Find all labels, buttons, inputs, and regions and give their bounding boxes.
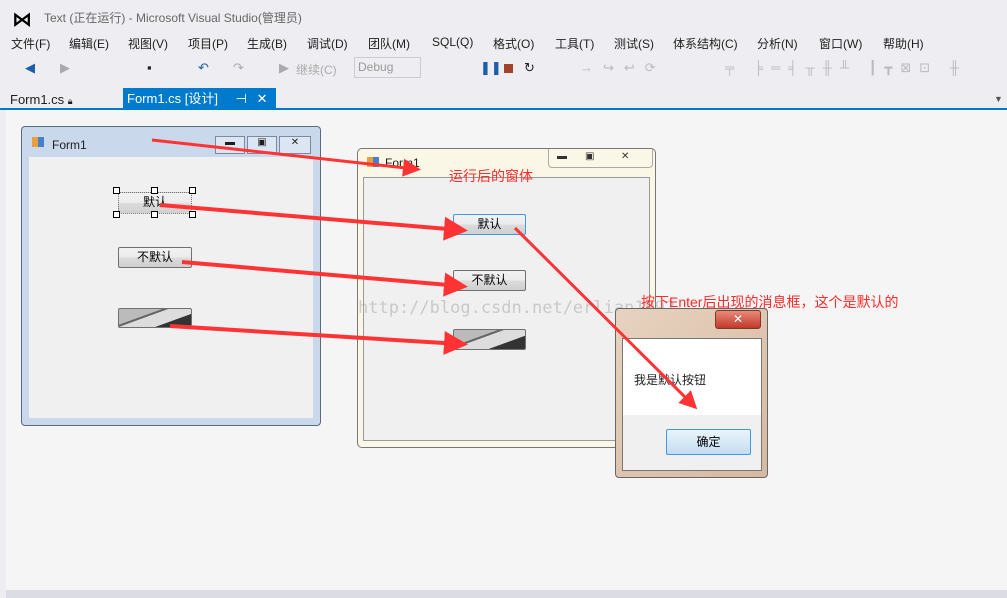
arrow xyxy=(181,260,468,297)
arrow xyxy=(513,226,698,410)
annotation-arrows xyxy=(151,138,698,410)
arrow xyxy=(151,138,421,177)
arrow xyxy=(159,203,468,241)
arrow xyxy=(169,324,468,355)
